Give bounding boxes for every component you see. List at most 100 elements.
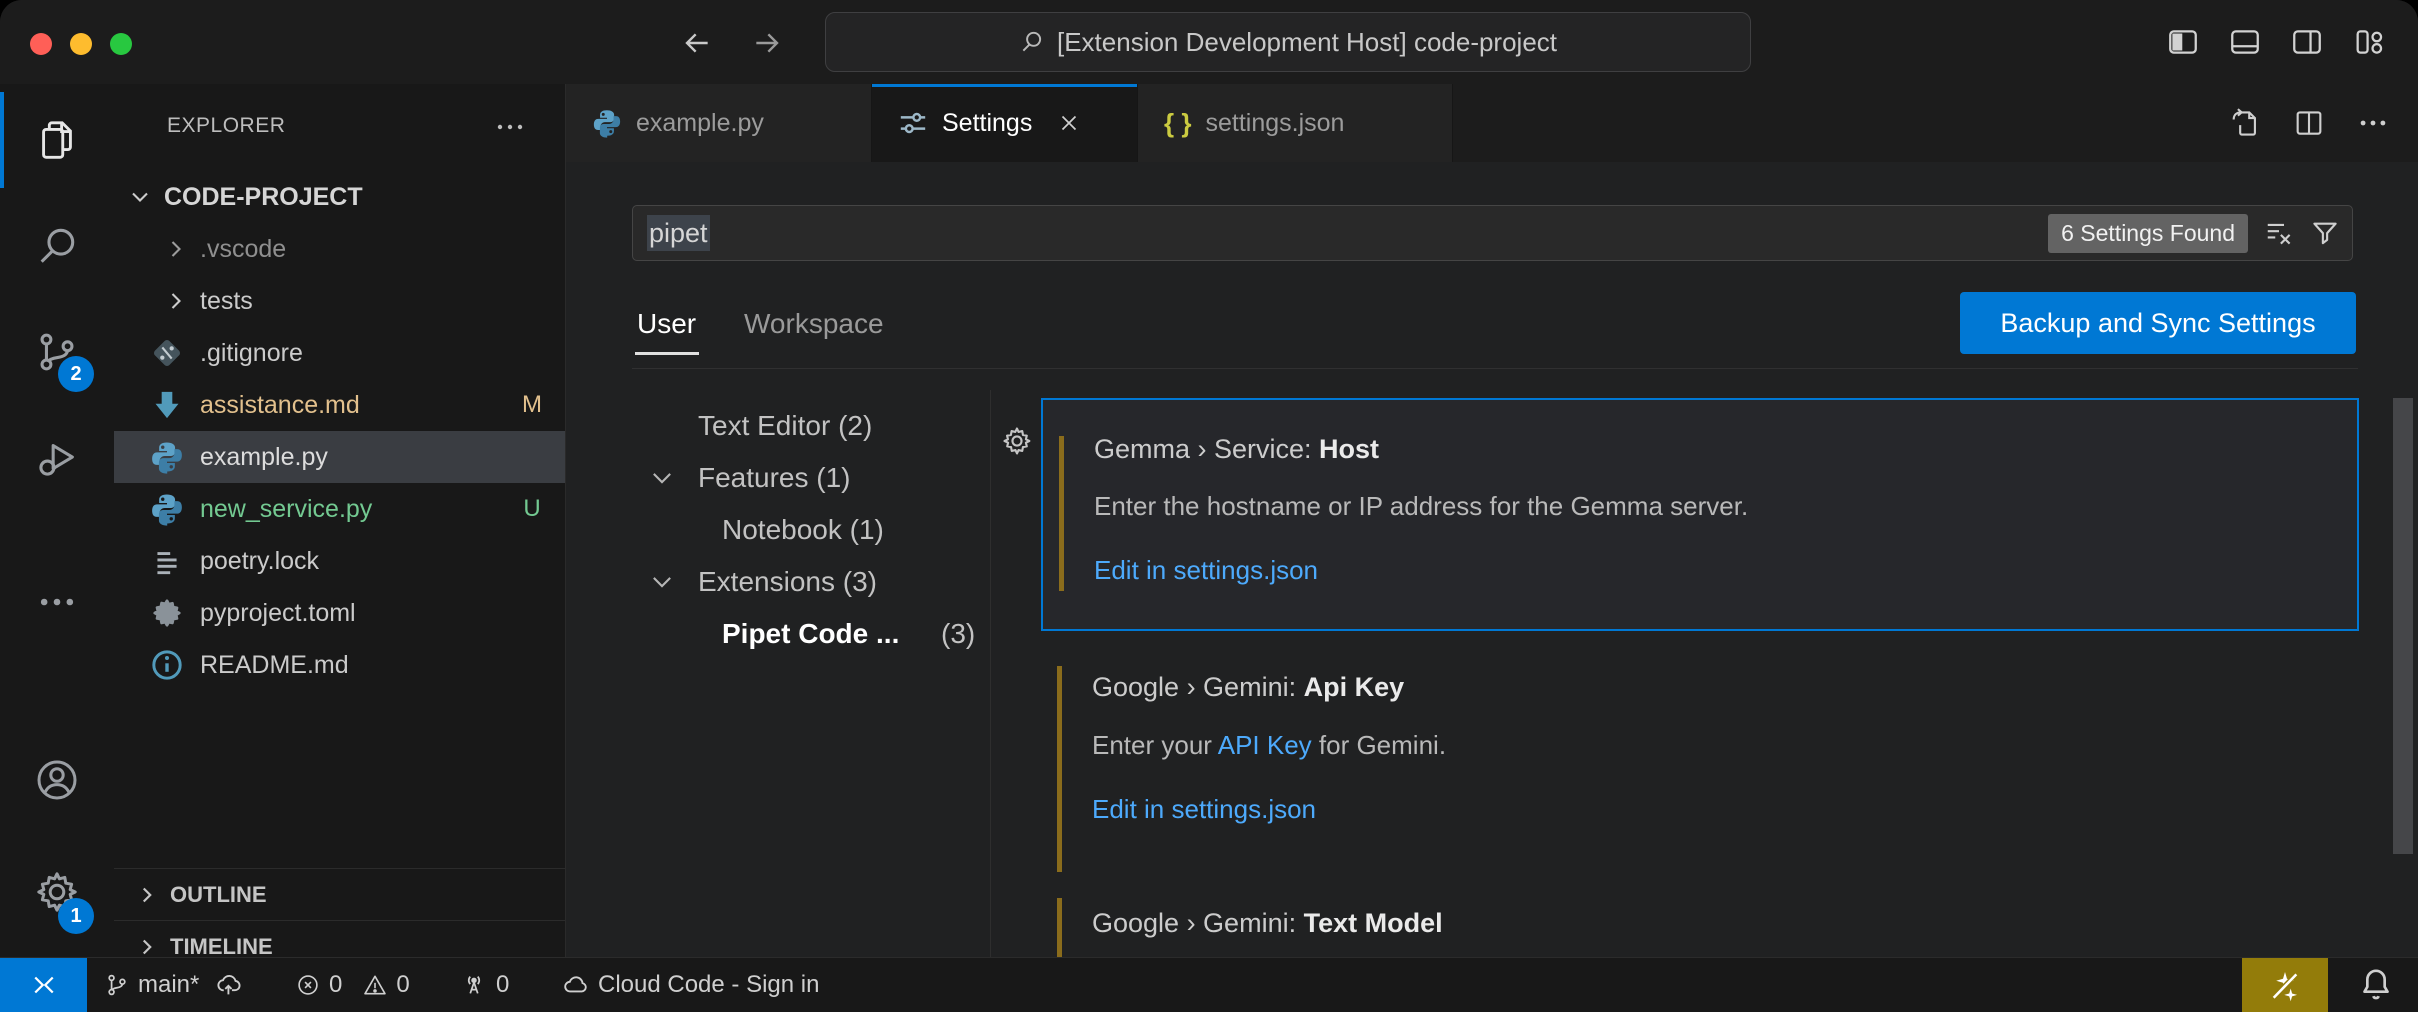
views-and-more-actions-icon[interactable] [493, 114, 527, 140]
command-center[interactable]: [Extension Development Host] code-projec… [825, 12, 1751, 72]
branch-status-item[interactable]: main* [104, 958, 243, 1012]
filter-icon[interactable] [2310, 218, 2340, 248]
file-row-readme-md[interactable]: README.md [114, 639, 565, 691]
python-file-icon [592, 108, 622, 138]
api-key-link[interactable]: API Key [1218, 730, 1312, 760]
problems-status-item[interactable]: 0 0 [295, 958, 410, 1012]
sidebar-item-search[interactable] [0, 194, 114, 298]
file-row-new-service-py[interactable]: new_service.py U [114, 483, 565, 535]
chevron-down-icon[interactable] [648, 568, 676, 596]
settings-search-input[interactable]: pipet 6 Settings Found [632, 205, 2353, 261]
scope-tab-user[interactable]: User [637, 308, 696, 340]
cloud-icon [562, 971, 590, 999]
close-window-button[interactable] [30, 33, 52, 55]
toc-item-text-editor[interactable]: Text Editor (2) [698, 400, 872, 452]
tab-settings[interactable]: Settings [872, 84, 1138, 162]
edit-in-settings-json-link[interactable]: Edit in settings.json [1094, 555, 1318, 586]
remote-indicator[interactable] [0, 958, 87, 1012]
modified-indicator [1057, 666, 1062, 872]
file-row-poetry-lock[interactable]: poetry.lock [114, 535, 565, 587]
settings-editor: pipet 6 Settings Found User Workspace Ba… [566, 162, 2418, 958]
notifications-bell-icon[interactable] [2356, 965, 2396, 1005]
chevron-right-icon [134, 882, 160, 908]
markdown-file-icon [150, 388, 184, 422]
toc-item-pipet-code[interactable]: Pipet Code ... [722, 608, 899, 660]
outline-section-header[interactable]: OUTLINE [114, 868, 565, 921]
maximize-window-button[interactable] [110, 33, 132, 55]
timeline-section-header[interactable]: TIMELINE [114, 920, 565, 958]
split-editor-icon[interactable] [2292, 106, 2326, 140]
scrollbar[interactable] [2393, 398, 2413, 854]
scope-tab-workspace[interactable]: Workspace [744, 308, 884, 340]
search-query: pipet [647, 215, 710, 251]
close-tab-icon[interactable] [1056, 110, 1082, 136]
info-file-icon [150, 648, 184, 682]
modified-indicator [1059, 436, 1064, 591]
account-icon [33, 756, 81, 804]
tab-settings-json[interactable]: { } settings.json [1138, 84, 1453, 162]
json-braces-icon: { } [1164, 108, 1191, 139]
tab-example-py[interactable]: example.py [566, 84, 872, 162]
sidebar-item-source-control[interactable]: 2 [0, 300, 114, 404]
scm-badge: 2 [58, 356, 94, 392]
file-row-example-py[interactable]: example.py [114, 431, 565, 483]
inline-suggestions-disabled-item[interactable] [2242, 958, 2328, 1012]
setting-description: Enter the hostname or IP address for the… [1094, 491, 1748, 522]
window-title: [Extension Development Host] code-projec… [1057, 27, 1557, 58]
clear-settings-search-icon[interactable] [2264, 218, 2294, 248]
explorer-sidebar: EXPLORER CODE-PROJECT .vscode tests [114, 84, 566, 958]
cloud-code-status-item[interactable]: Cloud Code - Sign in [562, 958, 819, 1012]
search-icon [34, 223, 80, 269]
toc-item-features[interactable]: Features (1) [698, 452, 851, 504]
file-row-assistance-md[interactable]: assistance.md M [114, 379, 565, 431]
setting-actions-gear-icon[interactable] [1000, 424, 1034, 458]
error-count: 0 [329, 971, 342, 999]
chevron-right-icon [162, 287, 190, 315]
chevron-down-icon[interactable] [648, 464, 676, 492]
chevron-down-icon [126, 183, 154, 211]
editor-area: example.py Settings { } settings.json [566, 84, 2418, 958]
minimize-window-button[interactable] [70, 33, 92, 55]
git-modified-badge: M [517, 391, 547, 419]
setting-name: Text Model [1304, 908, 1443, 938]
file-row-vscode[interactable]: .vscode [114, 223, 565, 275]
ports-status-item[interactable]: 0 [460, 958, 509, 1012]
file-row-tests[interactable]: tests [114, 275, 565, 327]
more-actions-icon[interactable] [2356, 106, 2390, 140]
ports-count: 0 [496, 971, 509, 999]
customize-layout-icon[interactable] [2352, 25, 2386, 59]
toggle-primary-sidebar-icon[interactable] [2166, 25, 2200, 59]
modified-indicator [1057, 898, 1062, 958]
toggle-panel-icon[interactable] [2228, 25, 2262, 59]
back-icon[interactable] [681, 27, 713, 59]
tab-label: Settings [942, 109, 1032, 138]
broadcast-icon [460, 971, 488, 999]
branch-name: main* [138, 971, 199, 999]
setting-row-gemma-service-host[interactable]: Gemma › Service: Host Enter the hostname… [1041, 398, 2359, 631]
file-row-gitignore[interactable]: .gitignore [114, 327, 565, 379]
toggle-secondary-sidebar-icon[interactable] [2290, 25, 2324, 59]
git-untracked-badge: U [517, 495, 547, 523]
file-row-pyproject-toml[interactable]: pyproject.toml [114, 587, 565, 639]
sidebar-item-explorer[interactable] [0, 88, 114, 192]
toc-item-extensions[interactable]: Extensions (3) [698, 556, 877, 608]
lock-file-icon [150, 544, 184, 578]
forward-icon[interactable] [751, 27, 783, 59]
account-button[interactable] [0, 728, 114, 832]
edit-in-settings-json-link[interactable]: Edit in settings.json [1092, 794, 1316, 825]
setting-row-google-gemini-api-key[interactable]: Google › Gemini: Api Key Enter your API … [1041, 652, 2359, 886]
tree-root-code-project[interactable]: CODE-PROJECT [114, 171, 565, 223]
chevron-right-icon [134, 934, 160, 958]
cloud-code-label: Cloud Code - Sign in [598, 971, 819, 999]
open-settings-json-icon[interactable] [2228, 106, 2262, 140]
sidebar-item-more[interactable] [0, 550, 114, 654]
toc-item-notebook[interactable]: Notebook (1) [722, 504, 884, 556]
debug-icon [34, 435, 80, 481]
sidebar-item-run-debug[interactable] [0, 406, 114, 510]
backup-sync-settings-button[interactable]: Backup and Sync Settings [1960, 292, 2356, 354]
status-bar: main* 0 0 0 Cloud Code - Sign i [0, 957, 2418, 1012]
git-file-icon [150, 336, 184, 370]
setting-row-google-gemini-text-model[interactable]: Google › Gemini: Text Model [1041, 888, 2359, 958]
toc-splitter[interactable] [990, 390, 991, 958]
manage-button[interactable]: 1 [0, 840, 114, 944]
